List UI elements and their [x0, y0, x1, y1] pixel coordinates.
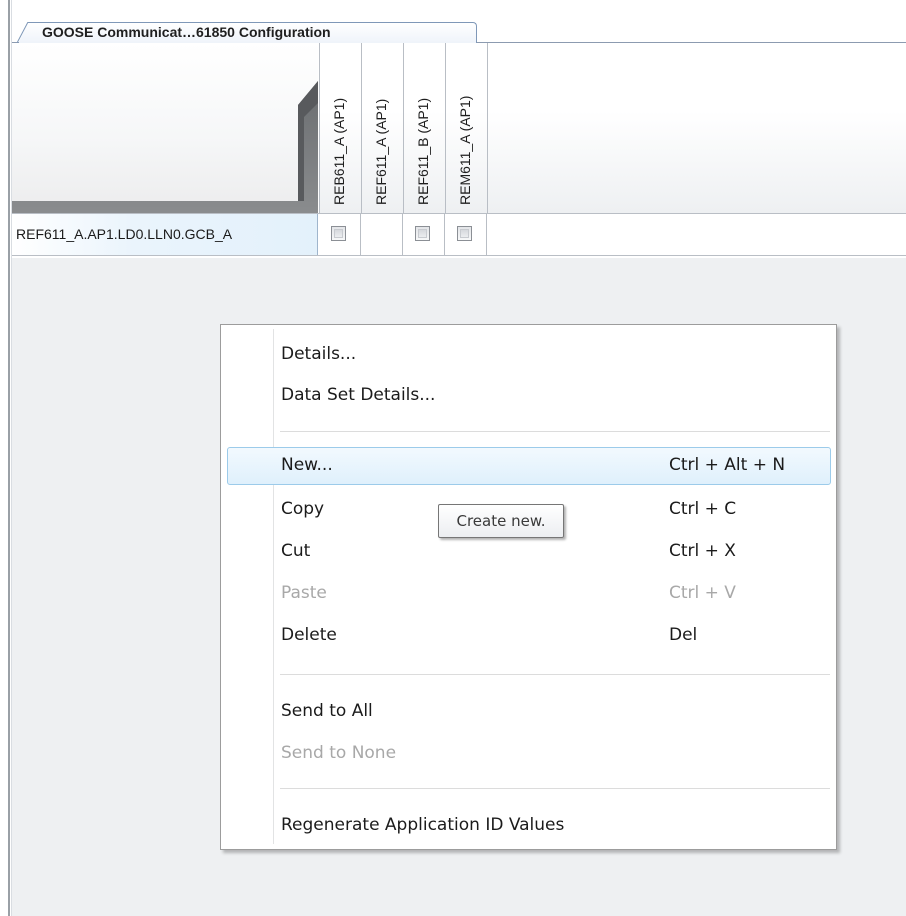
shortcut-label: Ctrl + V	[669, 583, 736, 603]
menu-item-details[interactable]: Details...	[227, 336, 831, 374]
column-header[interactable]: REM611_A (AP1)	[445, 43, 487, 213]
matrix-cell[interactable]	[445, 214, 487, 255]
shortcut-label: Del	[669, 625, 698, 645]
menu-item-cut[interactable]: Cut Ctrl + X	[227, 533, 831, 571]
context-menu: Details... Data Set Details... New... Ct…	[220, 324, 837, 850]
row-header[interactable]: REF611_A.AP1.LD0.LLN0.GCB_A	[12, 214, 318, 255]
tooltip: Create new.	[438, 504, 564, 538]
tab-strip: GOOSE Communicat…61850 Configuration	[12, 22, 906, 44]
shortcut-label: Ctrl + Alt + N	[669, 455, 786, 475]
menu-separator	[280, 788, 830, 789]
checkbox[interactable]	[457, 226, 472, 241]
column-header[interactable]: REF611_A (AP1)	[361, 43, 403, 213]
matrix-cell[interactable]	[319, 214, 361, 255]
menu-separator	[280, 674, 830, 675]
menu-item-regenerate-app-id[interactable]: Regenerate Application ID Values	[227, 807, 831, 845]
column-headers: REB611_A (AP1) REF611_A (AP1) REF611_B (…	[319, 43, 906, 213]
menu-item-data-set-details[interactable]: Data Set Details...	[227, 377, 831, 415]
column-header[interactable]: REB611_A (AP1)	[319, 43, 361, 213]
matrix-cell	[361, 214, 403, 255]
checkbox[interactable]	[415, 226, 430, 241]
table-row: REF611_A.AP1.LD0.LLN0.GCB_A	[12, 213, 906, 256]
shortcut-label: Ctrl + C	[669, 499, 737, 519]
shortcut-label: Ctrl + X	[669, 541, 736, 561]
goose-matrix: REB611_A (AP1) REF611_A (AP1) REF611_B (…	[12, 43, 906, 258]
menu-item-new[interactable]: New... Ctrl + Alt + N	[227, 447, 831, 485]
menu-item-paste: Paste Ctrl + V	[281, 583, 736, 603]
checkbox[interactable]	[331, 226, 346, 241]
column-divider	[487, 43, 488, 213]
menu-item-delete[interactable]: Delete Del	[227, 617, 831, 655]
menu-item-send-to-all[interactable]: Send to All	[227, 693, 831, 731]
tab-edge-icon	[17, 22, 29, 43]
menu-item-send-to-none: Send to None	[281, 743, 397, 763]
corner-arrow-icon	[12, 81, 318, 213]
goose-config-window: GOOSE Communicat…61850 Configuration REB…	[0, 0, 906, 916]
matrix-cell[interactable]	[403, 214, 445, 255]
menu-separator	[280, 431, 830, 432]
matrix-corner	[12, 43, 318, 213]
tab-label: GOOSE Communicat…61850 Configuration	[42, 24, 331, 40]
window-border	[8, 0, 10, 916]
column-header[interactable]: REF611_B (AP1)	[403, 43, 445, 213]
